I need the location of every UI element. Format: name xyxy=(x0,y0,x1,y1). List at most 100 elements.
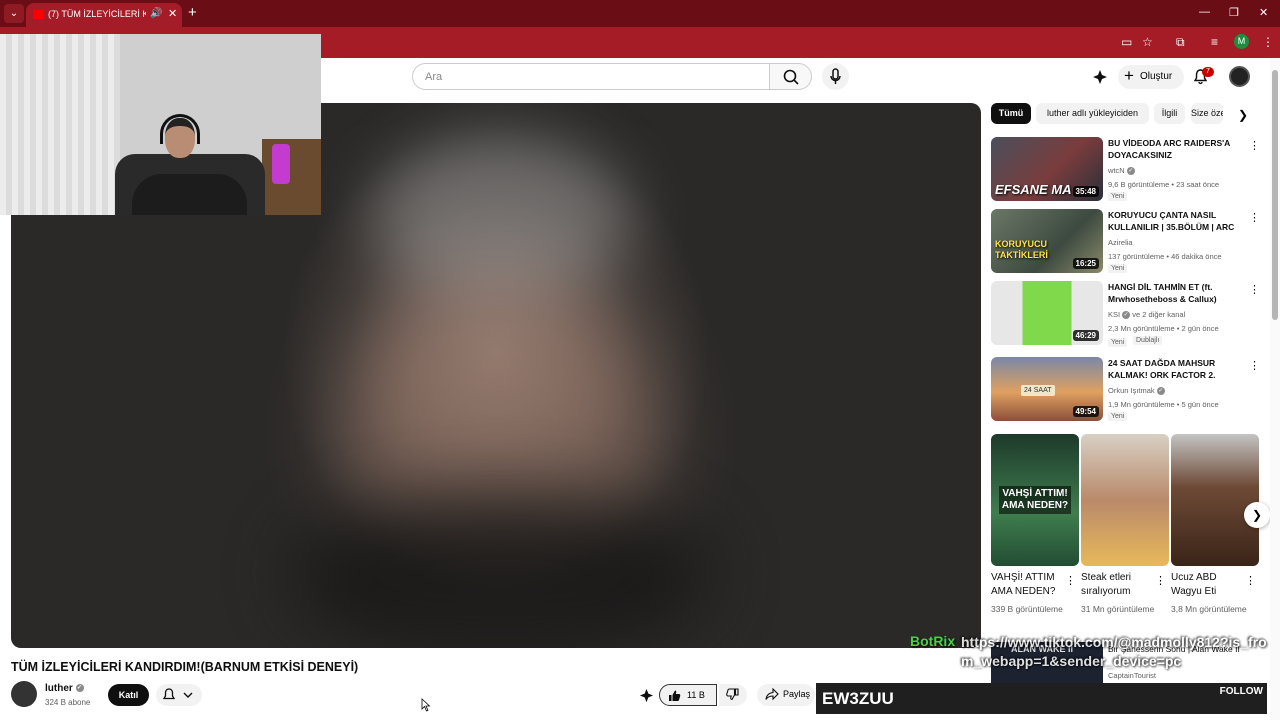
short-title[interactable]: VAHŞİ! ATTIM AMA NEDEN? xyxy=(991,571,1061,599)
new-tab-button[interactable]: + xyxy=(188,4,197,21)
recommendation-item[interactable]: 46:29 HANGİ DİL TAHMİN ET (ft. Mrwhoseth… xyxy=(991,281,1261,347)
recommendation-title[interactable]: 24 SAAT DAĞDA MAHSUR KALMAK! ORK FACTOR … xyxy=(1108,357,1245,381)
short-title[interactable]: Steak etleri sıralıyorum xyxy=(1081,571,1151,599)
short-views: 31 Mn görüntüleme xyxy=(1081,604,1155,614)
chips-next-chevron-icon[interactable]: ❯ xyxy=(1238,108,1248,122)
notification-count-badge: 7 xyxy=(1202,67,1214,77)
share-button[interactable]: Paylaş xyxy=(757,684,815,706)
chip-for-you[interactable]: Size özel xyxy=(1191,103,1223,124)
verified-icon: ✓ xyxy=(1122,311,1131,320)
browser-tab[interactable]: (7) TÜM İZLEYİCİLERİ KANDIRDIM!(BARNUM E… xyxy=(26,3,182,27)
more-options-icon[interactable]: ⋮ xyxy=(1249,283,1260,296)
verified-icon: ✓ xyxy=(1156,387,1165,396)
recommendation-title[interactable]: HANGİ DİL TAHMİN ET (ft. Mrwhosetheboss … xyxy=(1108,281,1245,305)
subscriber-count: 324 B abone xyxy=(45,698,91,707)
recommendation-stats: 1,9 Mn görüntüleme • 5 gün önce xyxy=(1108,400,1219,409)
recommendation-channel[interactable]: KSI ✓ ve 2 diğer kanal xyxy=(1108,310,1185,320)
close-window-icon[interactable]: ✕ xyxy=(1259,6,1268,19)
short-thumbnail[interactable]: VAHŞİ ATTIM! AMA NEDEN? xyxy=(991,434,1079,566)
more-options-icon[interactable]: ⋮ xyxy=(1155,574,1166,587)
recommendation-stats: 137 görüntüleme • 46 dakika önce xyxy=(1108,252,1222,261)
speaker-icon[interactable]: 🔊 xyxy=(150,8,162,19)
video-title: TÜM İZLEYİCİLERİ KANDIRDIM!(BARNUM ETKİS… xyxy=(11,660,359,674)
recommendation-stats: 2,3 Mn görüntüleme • 2 gün önce xyxy=(1108,324,1219,333)
video-thumbnail[interactable]: KORUYUCU TAKTİKLERİ 16:25 xyxy=(991,209,1103,273)
create-label: Oluştur xyxy=(1140,71,1173,82)
recommendation-channel[interactable]: wtcN ✓ xyxy=(1108,166,1135,176)
chip-from-uploader[interactable]: luther adlı yükleyiciden xyxy=(1036,103,1149,124)
profile-avatar[interactable]: M xyxy=(1234,34,1249,49)
more-options-icon[interactable]: ⋮ xyxy=(1245,574,1256,587)
more-options-icon[interactable]: ⋮ xyxy=(1065,574,1076,587)
tab-search-button[interactable]: ⌄ xyxy=(4,4,24,23)
mouse-cursor-icon xyxy=(421,698,431,712)
reading-list-icon[interactable]: ≡ xyxy=(1211,35,1218,49)
recommendation-item[interactable]: EFSANE MA 35:48 BU VİDEODA ARC RAIDERS'A… xyxy=(991,137,1261,203)
more-options-icon[interactable]: ⋮ xyxy=(1249,139,1260,152)
recommendation-channel[interactable]: Orkun Işıtmak ✓ xyxy=(1108,386,1165,396)
like-button[interactable]: 11 B xyxy=(659,684,717,706)
video-thumbnail[interactable]: 46:29 xyxy=(991,281,1103,345)
new-badge: Yeni xyxy=(1108,338,1128,347)
chip-related[interactable]: İlgili xyxy=(1154,103,1185,124)
recommendation-channel[interactable]: Azirelia xyxy=(1108,238,1133,247)
new-badge: Yeni xyxy=(1108,192,1128,201)
channel-avatar[interactable] xyxy=(11,681,37,707)
short-item[interactable]: Steak etleri sıralıyorum 31 Mn görüntüle… xyxy=(1081,434,1169,614)
more-options-icon[interactable]: ⋮ xyxy=(1249,211,1260,224)
verified-icon: ✓ xyxy=(75,684,84,693)
short-item[interactable]: VAHŞİ ATTIM! AMA NEDEN? VAHŞİ! ATTIM AMA… xyxy=(991,434,1079,614)
stream-code: EW3ZUU xyxy=(822,689,894,708)
search-icon xyxy=(783,69,799,85)
search-input[interactable]: Ara xyxy=(412,63,770,90)
microphone-icon xyxy=(830,68,841,84)
short-thumbnail[interactable] xyxy=(1081,434,1169,566)
more-options-icon[interactable]: ⋮ xyxy=(1249,359,1260,372)
close-tab-icon[interactable]: ✕ xyxy=(168,7,177,20)
browser-menu-icon[interactable]: ⋮ xyxy=(1262,35,1274,49)
shorts-next-chevron-icon[interactable]: ❯ xyxy=(1244,502,1270,528)
plus-icon: + xyxy=(1124,66,1134,85)
extensions-icon[interactable]: ⧉ xyxy=(1176,35,1185,50)
join-button[interactable]: Katıl xyxy=(108,684,149,706)
thumbs-up-icon xyxy=(669,690,681,701)
dislike-button[interactable] xyxy=(719,684,747,706)
chip-all[interactable]: Tümü xyxy=(991,103,1031,124)
account-avatar[interactable] xyxy=(1229,66,1250,87)
short-views: 339 B görüntüleme xyxy=(991,604,1063,614)
video-duration: 49:54 xyxy=(1072,406,1099,417)
stream-code-bar: EW3ZUU FOLLOW xyxy=(816,683,1267,714)
short-views: 3,8 Mn görüntüleme xyxy=(1171,604,1247,614)
ai-sparkle-icon[interactable] xyxy=(1092,69,1108,85)
page-scrollbar[interactable] xyxy=(1270,58,1280,720)
webcam-curtain xyxy=(0,34,120,215)
dubbed-badge: Dublajlı xyxy=(1133,336,1163,345)
recommendation-channel[interactable]: CaptainTourist xyxy=(1108,671,1156,680)
follow-label: FOLLOW xyxy=(1219,686,1263,697)
webcam-person-body xyxy=(132,174,247,215)
voice-search-button[interactable] xyxy=(822,63,849,90)
recommendation-title[interactable]: BU VİDEODA ARC RAIDERS'A DOYACAKSINIZ xyxy=(1108,137,1245,161)
short-thumbnail[interactable] xyxy=(1171,434,1259,566)
bookmark-star-icon[interactable]: ☆ xyxy=(1142,35,1153,49)
scrollbar-thumb[interactable] xyxy=(1272,70,1278,320)
minimize-icon[interactable]: — xyxy=(1199,6,1210,18)
channel-name[interactable]: luther ✓ xyxy=(45,683,84,694)
subscription-bell-button[interactable] xyxy=(156,684,202,706)
short-title[interactable]: Ucuz ABD Wagyu Eti Yemek xyxy=(1171,571,1241,599)
youtube-favicon-icon xyxy=(33,10,44,19)
new-badge: Yeni xyxy=(1108,264,1128,273)
restore-icon[interactable]: ❐ xyxy=(1229,6,1239,19)
short-item[interactable]: Ucuz ABD Wagyu Eti Yemek 3,8 Mn görüntül… xyxy=(1171,434,1259,614)
search-button[interactable] xyxy=(769,63,812,90)
video-thumbnail[interactable]: EFSANE MA 35:48 xyxy=(991,137,1103,201)
thumbnail-caption: VAHŞİ ATTIM! AMA NEDEN? xyxy=(999,486,1071,514)
create-button[interactable]: + Oluştur xyxy=(1118,65,1184,89)
recommendation-item[interactable]: 24 SAAT 49:54 24 SAAT DAĞDA MAHSUR KALMA… xyxy=(991,357,1261,423)
cast-icon[interactable]: ▭ xyxy=(1121,35,1132,49)
ai-sparkle-icon[interactable] xyxy=(639,688,654,703)
video-duration: 35:48 xyxy=(1072,186,1099,197)
recommendation-item[interactable]: KORUYUCU TAKTİKLERİ 16:25 KORUYUCU ÇANTA… xyxy=(991,209,1261,275)
recommendation-title[interactable]: KORUYUCU ÇANTA NASIL KULLANILIR | 35.BÖL… xyxy=(1108,209,1245,233)
video-thumbnail[interactable]: 24 SAAT 49:54 xyxy=(991,357,1103,421)
